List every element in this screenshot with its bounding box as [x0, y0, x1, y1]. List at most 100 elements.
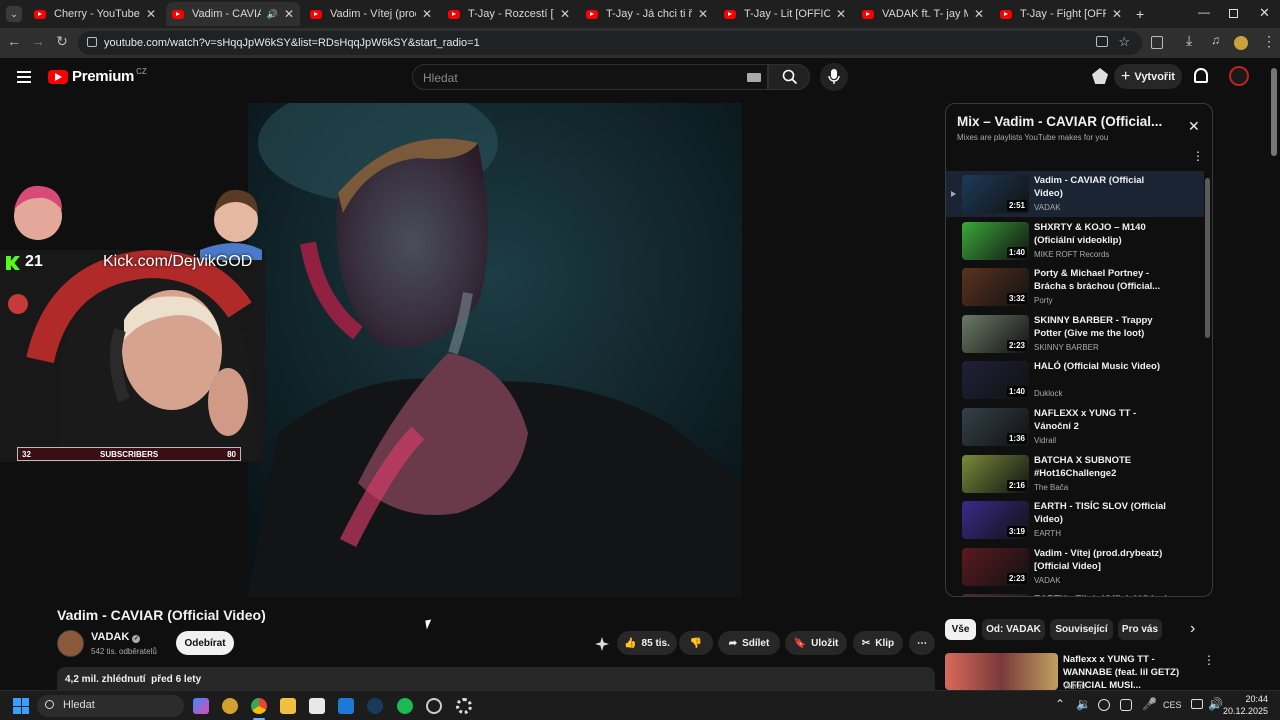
close-tab-icon[interactable]: ✕ [146, 7, 156, 21]
chip-related[interactable]: Související [1050, 619, 1113, 640]
close-panel-icon[interactable]: ✕ [1188, 118, 1200, 135]
playlist-item-channel: VADAK [1034, 203, 1061, 212]
media-control-icon[interactable]: ♫ [1211, 33, 1220, 47]
back-icon[interactable]: ← [4, 33, 24, 49]
clock-time[interactable]: 20:44 [1240, 694, 1268, 704]
playlist-item[interactable]: 3:19 EARTH - TISÍC SLOV (Official Video) E… [946, 497, 1204, 543]
file-explorer-icon[interactable] [280, 698, 296, 714]
cast-icon[interactable] [1092, 68, 1108, 84]
tray-app-icon[interactable] [1098, 699, 1110, 711]
recommended-video[interactable]: Naflexx x YUNG TT - WANNABE (feat. lil G… [945, 653, 1213, 690]
share-button[interactable]: ➦ Sdílet [718, 631, 780, 655]
site-info-icon[interactable] [87, 37, 97, 47]
playlist-item[interactable]: 1:40 SHXRTY & KOJO – M140 (Oficiální vide… [946, 218, 1204, 264]
account-avatar[interactable] [1229, 66, 1249, 86]
description-box[interactable]: 4,2 mil. zhlédnutí před 6 lety [57, 667, 935, 690]
app-icon[interactable] [222, 698, 238, 714]
tray-app-icon[interactable] [1120, 699, 1132, 711]
download-icon[interactable]: ⤓ [1186, 32, 1192, 49]
playlist-item[interactable]: 2:51 Vadim - CAVIAR (Official Video) VADAK [946, 171, 1204, 217]
profile-avatar[interactable] [1234, 36, 1248, 50]
install-app-icon[interactable] [1096, 36, 1108, 47]
ask-sparkle-icon[interactable] [595, 637, 609, 651]
browser-tab[interactable]: T-Jay - Já chci ti říct (feat. ✕ [580, 2, 714, 26]
playlist-item[interactable]: 1:36 NAFLEXX x YUNG TT - Vánoční 2 Vidrail [946, 404, 1204, 450]
playlist-item[interactable]: 1:40 HALÓ (Official Music Video) Duklock [946, 357, 1204, 403]
subscribe-button[interactable]: Odebírat [176, 631, 234, 655]
browser-tab[interactable]: T-Jay - Rozcestí [OFFICIAL ✕ [442, 2, 576, 26]
chip-all[interactable]: Vše [945, 619, 976, 640]
restore-window-icon[interactable] [1229, 9, 1238, 18]
close-tab-icon[interactable]: ✕ [284, 7, 294, 21]
audio-playing-icon[interactable]: 🔊 [267, 9, 278, 20]
speaker-icon[interactable]: 🔊 [1208, 697, 1223, 711]
save-button[interactable]: 🔖 Uložit [785, 631, 847, 655]
copilot-icon[interactable] [193, 698, 209, 714]
chips-next-icon[interactable]: › [1190, 620, 1195, 638]
tray-volume-app-icon[interactable]: 🔉 [1076, 697, 1091, 711]
close-tab-icon[interactable]: ✕ [1112, 7, 1122, 21]
panel-scrollbar[interactable] [1205, 174, 1210, 594]
close-tab-icon[interactable]: ✕ [974, 7, 984, 21]
browser-tab[interactable]: T-Jay - Lit [OFFICIAL MUS ✕ [718, 2, 852, 26]
windows-start-icon[interactable] [13, 698, 29, 714]
page-scrollbar[interactable] [1270, 60, 1278, 690]
clip-button[interactable]: ✂ Klip [853, 631, 903, 655]
search-button[interactable] [768, 64, 810, 90]
panel-menu-icon[interactable]: ⋮ [1192, 149, 1204, 163]
browser-tab[interactable]: Vadim - Vítej (prod.drybe ✕ [304, 2, 438, 26]
more-actions-button[interactable]: ⋯ [909, 631, 935, 655]
new-tab-icon[interactable]: + [1136, 6, 1144, 22]
extensions-icon[interactable] [1151, 36, 1163, 49]
dislike-button[interactable]: 👎 [679, 631, 713, 655]
mail-icon[interactable] [338, 698, 354, 714]
steam-icon[interactable] [367, 698, 383, 714]
bookmark-star-icon[interactable]: ☆ [1118, 34, 1130, 50]
taskbar-search-box[interactable]: Hledat [37, 695, 184, 717]
channel-avatar[interactable] [57, 630, 84, 657]
tray-expand-icon[interactable]: ⌃ [1055, 697, 1065, 711]
playlist-item[interactable]: 3:32 Porty & Michael Portney - Brácha s b… [946, 264, 1204, 310]
playlist-item[interactable]: EARTH - Elixír (Official Video)EARTH [946, 590, 1204, 596]
youtube-premium-logo[interactable]: Premium CZ [48, 67, 147, 85]
game-icon[interactable] [426, 698, 442, 714]
playlist-item[interactable]: 2:23 SKINNY BARBER - Trappy Potter (Give … [946, 311, 1204, 357]
reload-icon[interactable]: ↻ [52, 33, 72, 50]
settings-icon[interactable] [456, 698, 472, 714]
hamburger-menu-icon[interactable] [17, 71, 31, 83]
browser-tab-active[interactable]: Vadim - CAVIAR (Offic 🔊 ✕ [166, 2, 300, 26]
notifications-bell-icon[interactable] [1194, 68, 1208, 83]
tray-microphone-icon[interactable]: 🎤 [1142, 697, 1157, 711]
network-icon[interactable] [1191, 699, 1203, 709]
store-icon[interactable] [309, 698, 325, 714]
keyboard-icon[interactable] [747, 73, 761, 82]
spotify-icon[interactable] [397, 698, 413, 714]
channel-name[interactable]: VADAK ✓ [91, 631, 141, 643]
recommended-menu-icon[interactable]: ⋮ [1203, 653, 1213, 667]
browser-tab[interactable]: Cherry - YouTube ✕ [28, 2, 162, 26]
browser-menu-icon[interactable]: ⋮ [1262, 33, 1276, 50]
playlist-item[interactable]: 2:23 Vadim - Vítej (prod.drybeatz) [Offic… [946, 544, 1204, 590]
close-tab-icon[interactable]: ✕ [836, 7, 846, 21]
like-button[interactable]: 👍 85 tis. [617, 631, 677, 655]
close-tab-icon[interactable]: ✕ [560, 7, 570, 21]
forward-icon[interactable]: → [28, 33, 48, 49]
close-tab-icon[interactable]: ✕ [422, 7, 432, 21]
minimize-window-icon[interactable]: — [1198, 5, 1210, 19]
voice-search-button[interactable] [820, 63, 848, 91]
close-tab-icon[interactable]: ✕ [698, 7, 708, 21]
input-language[interactable]: CES [1163, 700, 1182, 710]
search-input[interactable]: Hledat [412, 64, 768, 90]
tab-search-button[interactable]: ⌄ [6, 6, 22, 22]
chrome-icon[interactable] [251, 698, 267, 714]
chip-from-vadak[interactable]: Od: VADAK [982, 619, 1045, 640]
close-window-icon[interactable]: ✕ [1259, 5, 1270, 21]
browser-tab[interactable]: VADAK ft. T- jay Mladí & l ✕ [856, 2, 990, 26]
create-button[interactable]: + Vytvořit [1114, 64, 1182, 89]
playlist-item[interactable]: 2:16 BATCHA X SUBNOTE #Hot16Challenge2 The… [946, 451, 1204, 497]
browser-tab[interactable]: T-Jay - Fight [OFFICIAL M ✕ [994, 2, 1128, 26]
clock-date[interactable]: 20.12.2025 [1222, 706, 1268, 716]
video-player[interactable] [248, 103, 742, 597]
address-bar[interactable]: youtube.com/watch?v=sHqqJpW6kSY&list=RDs… [78, 31, 1142, 55]
chip-for-you[interactable]: Pro vás [1118, 619, 1162, 640]
